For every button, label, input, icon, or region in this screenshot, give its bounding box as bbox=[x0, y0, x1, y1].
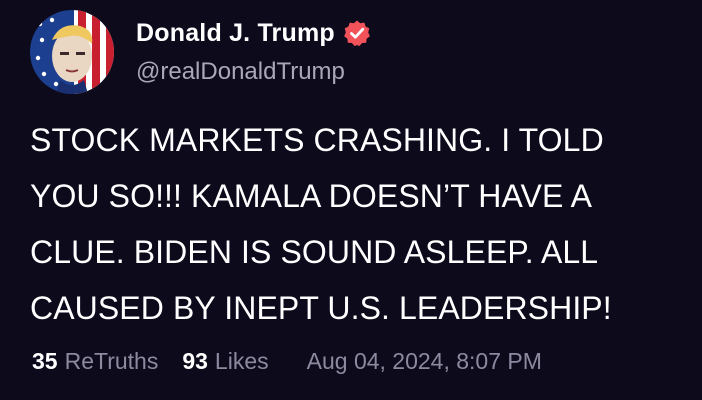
author-handle[interactable]: @realDonaldTrump bbox=[136, 58, 371, 86]
retruths-count: 35 bbox=[32, 348, 58, 374]
retruths-stat[interactable]: 35 ReTruths bbox=[32, 348, 158, 375]
post-timestamp[interactable]: Aug 04, 2024, 8:07 PM bbox=[307, 348, 542, 375]
post-card: Donald J. Trump @realDonaldTrump STOCK M… bbox=[0, 0, 702, 400]
verified-badge-icon bbox=[343, 20, 370, 47]
likes-count: 93 bbox=[182, 348, 208, 374]
author-info: Donald J. Trump @realDonaldTrump bbox=[136, 19, 371, 86]
post-footer: 35 ReTruths 93 Likes Aug 04, 2024, 8:07 … bbox=[32, 348, 542, 375]
avatar-image bbox=[30, 10, 114, 94]
avatar[interactable] bbox=[30, 10, 114, 94]
author-display-name[interactable]: Donald J. Trump bbox=[136, 19, 335, 48]
post-text: STOCK MARKETS CRASHING. I TOLD YOU SO!!!… bbox=[30, 122, 612, 326]
likes-label: Likes bbox=[214, 348, 269, 374]
author-name-row: Donald J. Trump bbox=[136, 19, 371, 48]
post-header: Donald J. Trump @realDonaldTrump bbox=[30, 10, 371, 94]
retruths-label: ReTruths bbox=[64, 348, 159, 374]
likes-stat[interactable]: 93 Likes bbox=[182, 348, 268, 375]
